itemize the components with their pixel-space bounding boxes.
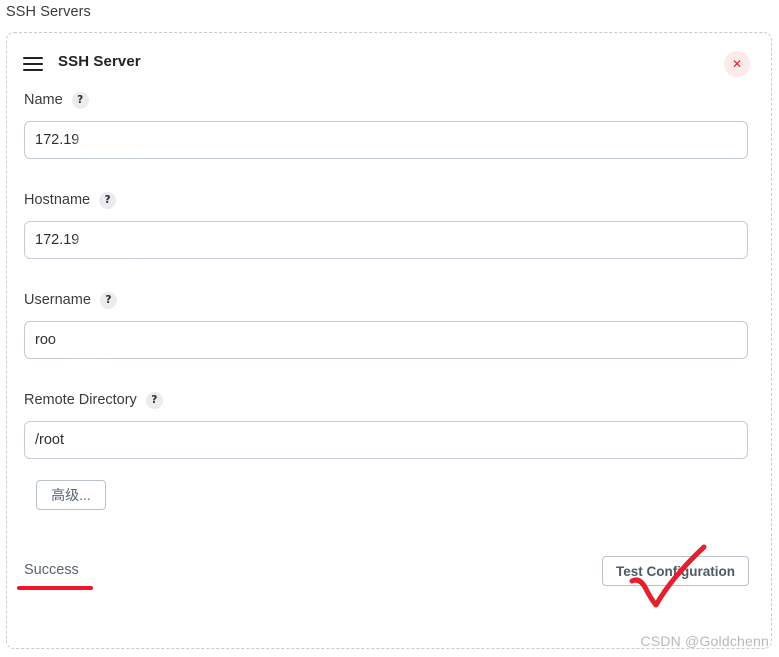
ssh-server-form: Name ? Hostname ? Username ? (7, 89, 771, 510)
card-title: SSH Server (58, 53, 141, 70)
page-title: SSH Servers (6, 4, 91, 20)
field-remote-directory: Remote Directory ? (7, 389, 771, 459)
close-x-icon: ✕ (731, 57, 743, 71)
field-username: Username ? (7, 289, 771, 359)
remote-directory-input[interactable] (24, 421, 748, 459)
label-username: Username (24, 292, 91, 308)
help-icon-username[interactable]: ? (99, 291, 117, 309)
hamburger-menu-icon[interactable] (23, 57, 43, 71)
field-label-row-hostname: Hostname ? (7, 189, 771, 211)
status-text: Success (24, 562, 79, 578)
watermark: CSDN @Goldchenn (640, 633, 769, 649)
card-header: SSH Server ✕ (7, 47, 771, 89)
field-name: Name ? (7, 89, 771, 159)
label-name: Name (24, 92, 63, 108)
field-label-row-name: Name ? (7, 89, 771, 111)
label-remote-directory: Remote Directory (24, 392, 137, 408)
field-label-row-remote-directory: Remote Directory ? (7, 389, 771, 411)
close-button[interactable]: ✕ (724, 51, 750, 77)
test-configuration-button[interactable]: Test Configuration (602, 556, 749, 586)
ssh-server-card: SSH Server ✕ Name ? Hostname ? (6, 32, 772, 649)
hamburger-line (23, 63, 43, 65)
help-icon-remote-directory[interactable]: ? (145, 391, 163, 409)
card-footer: Success Test Configuration (7, 556, 771, 604)
help-icon-name[interactable]: ? (71, 91, 89, 109)
name-input[interactable] (24, 121, 748, 159)
label-hostname: Hostname (24, 192, 91, 208)
help-icon-hostname[interactable]: ? (99, 191, 117, 209)
advanced-row: 高级... (7, 480, 771, 510)
advanced-button[interactable]: 高级... (36, 480, 106, 510)
hostname-input[interactable] (24, 221, 748, 259)
field-hostname: Hostname ? (7, 189, 771, 259)
hamburger-line (23, 69, 43, 71)
username-input[interactable] (24, 321, 748, 359)
field-label-row-username: Username ? (7, 289, 771, 311)
hamburger-line (23, 57, 43, 59)
